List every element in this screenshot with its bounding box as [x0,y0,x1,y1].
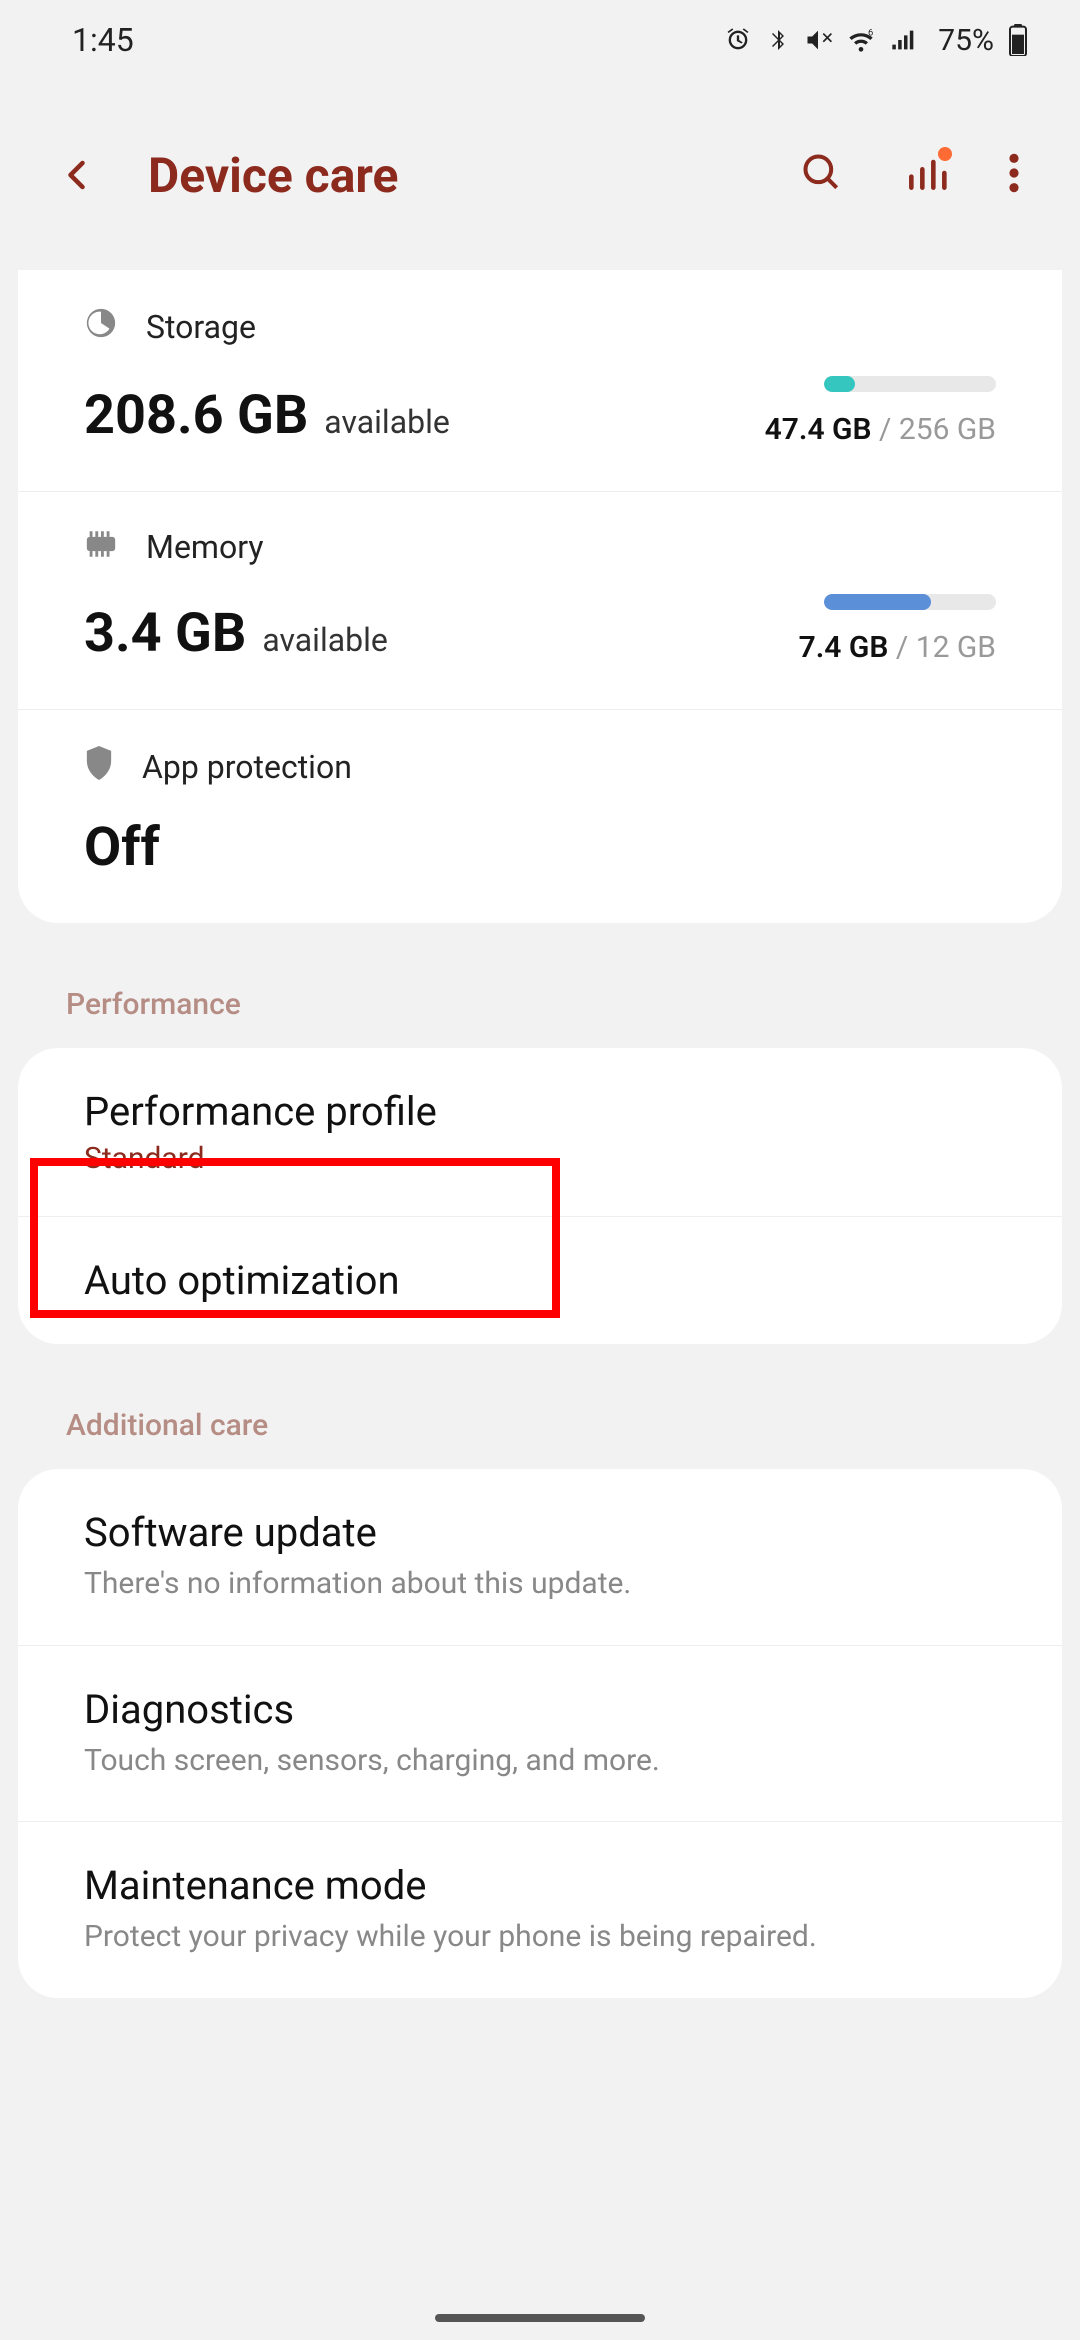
additional-care-card: Software update There's no information a… [18,1469,1062,1998]
shield-icon [84,746,114,788]
alarm-icon [724,26,752,54]
notification-dot-icon [938,147,952,161]
maintenance-mode-item[interactable]: Maintenance mode Protect your privacy wh… [18,1822,1062,1998]
battery-icon [1008,24,1028,56]
software-update-desc: There's no information about this update… [84,1564,996,1605]
memory-unit: available [262,621,388,659]
diagnostics-title: Diagnostics [84,1686,996,1733]
memory-value: 3.4 GB [84,602,246,665]
memory-label: Memory [146,528,263,566]
app-bar: Device care [0,80,1080,270]
status-icons: 6 75% [724,23,1028,58]
mute-icon [804,26,832,54]
app-protection-label: App protection [142,748,352,786]
signal-icon [890,26,918,54]
wifi-icon: 6 [846,26,876,54]
section-header-performance: Performance [0,953,1080,1048]
performance-card: Performance profile Standard Auto optimi… [18,1048,1062,1344]
storage-unit: available [324,403,450,441]
more-button[interactable] [1008,151,1020,199]
memory-usage: 7.4 GB / 12 GB [799,630,996,665]
auto-optimization-item[interactable]: Auto optimization [18,1217,1062,1344]
memory-icon [84,528,118,566]
software-update-title: Software update [84,1509,996,1556]
software-update-item[interactable]: Software update There's no information a… [18,1469,1062,1646]
back-button[interactable] [60,151,120,199]
diagnostics-item[interactable]: Diagnostics Touch screen, sensors, charg… [18,1646,1062,1823]
storage-label: Storage [146,308,256,346]
memory-row[interactable]: Memory 3.4 GB available 7.4 GB / 12 GB [18,492,1062,710]
status-bar: 1:45 6 75% [0,0,1080,80]
storage-icon [84,306,118,348]
page-title: Device care [120,147,800,204]
performance-profile-sub: Standard [84,1141,996,1176]
battery-percent: 75% [938,23,994,58]
app-protection-value: Off [84,816,160,879]
storage-usage: 47.4 GB / 256 GB [765,412,996,447]
storage-bar [824,376,996,392]
device-status-card: Storage 208.6 GB available 47.4 GB / 256… [18,270,1062,923]
chart-button[interactable] [904,151,948,199]
app-protection-row[interactable]: App protection Off [18,710,1062,923]
auto-optimization-title: Auto optimization [84,1257,996,1304]
search-button[interactable] [800,151,844,199]
bluetooth-icon [766,26,790,54]
maintenance-mode-desc: Protect your privacy while your phone is… [84,1917,996,1958]
memory-bar [824,594,996,610]
performance-profile-item[interactable]: Performance profile Standard [18,1048,1062,1217]
svg-text:6: 6 [868,27,873,38]
status-time: 1:45 [72,21,134,59]
storage-value: 208.6 GB [84,384,308,447]
diagnostics-desc: Touch screen, sensors, charging, and mor… [84,1741,996,1782]
home-indicator[interactable] [435,2314,645,2322]
section-header-additional: Additional care [0,1374,1080,1469]
performance-profile-title: Performance profile [84,1088,996,1135]
storage-row[interactable]: Storage 208.6 GB available 47.4 GB / 256… [18,270,1062,492]
maintenance-mode-title: Maintenance mode [84,1862,996,1909]
